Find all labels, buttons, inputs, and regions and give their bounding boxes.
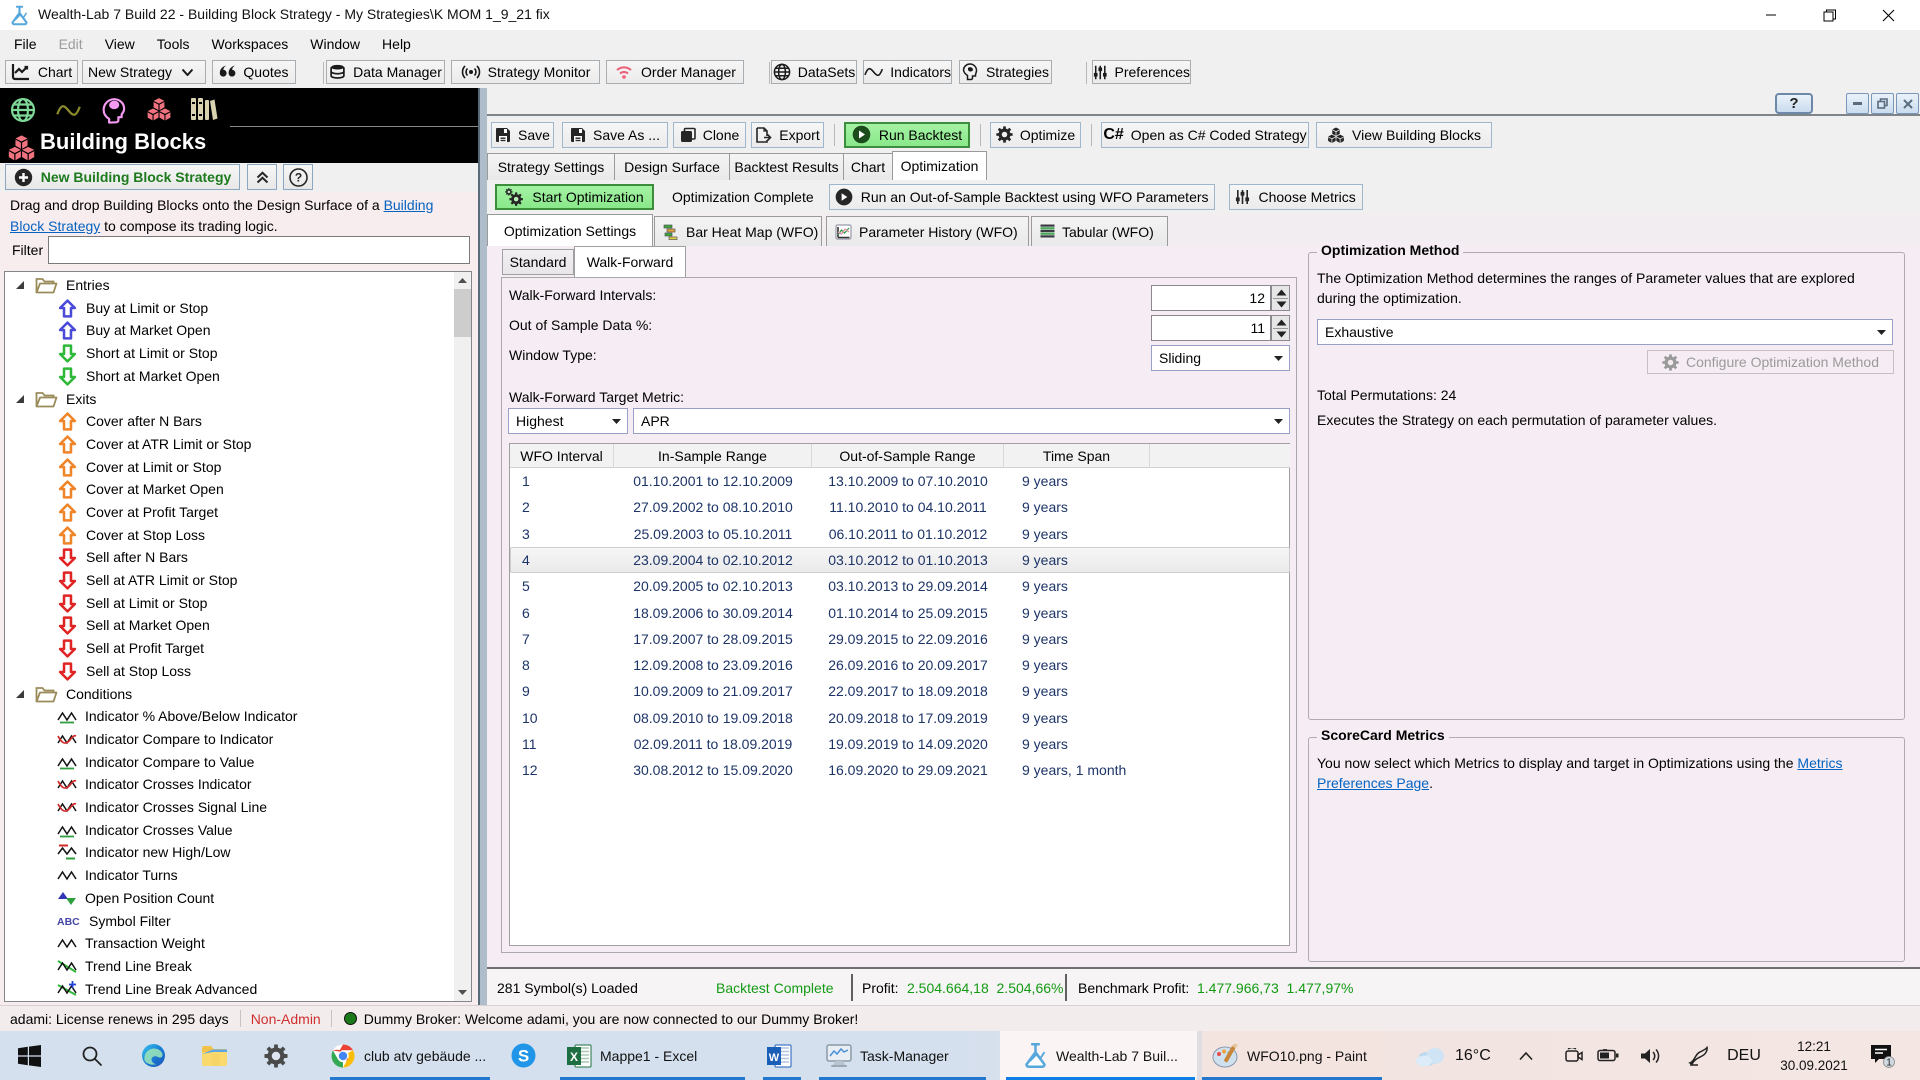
- svg-text:S: S: [517, 1047, 528, 1066]
- svg-text:W: W: [768, 1052, 779, 1064]
- svg-text:1: 1: [1886, 1057, 1892, 1068]
- svg-text:?: ?: [294, 170, 301, 184]
- svg-text:ABC: ABC: [57, 916, 80, 928]
- svg-text:X: X: [570, 1050, 578, 1064]
